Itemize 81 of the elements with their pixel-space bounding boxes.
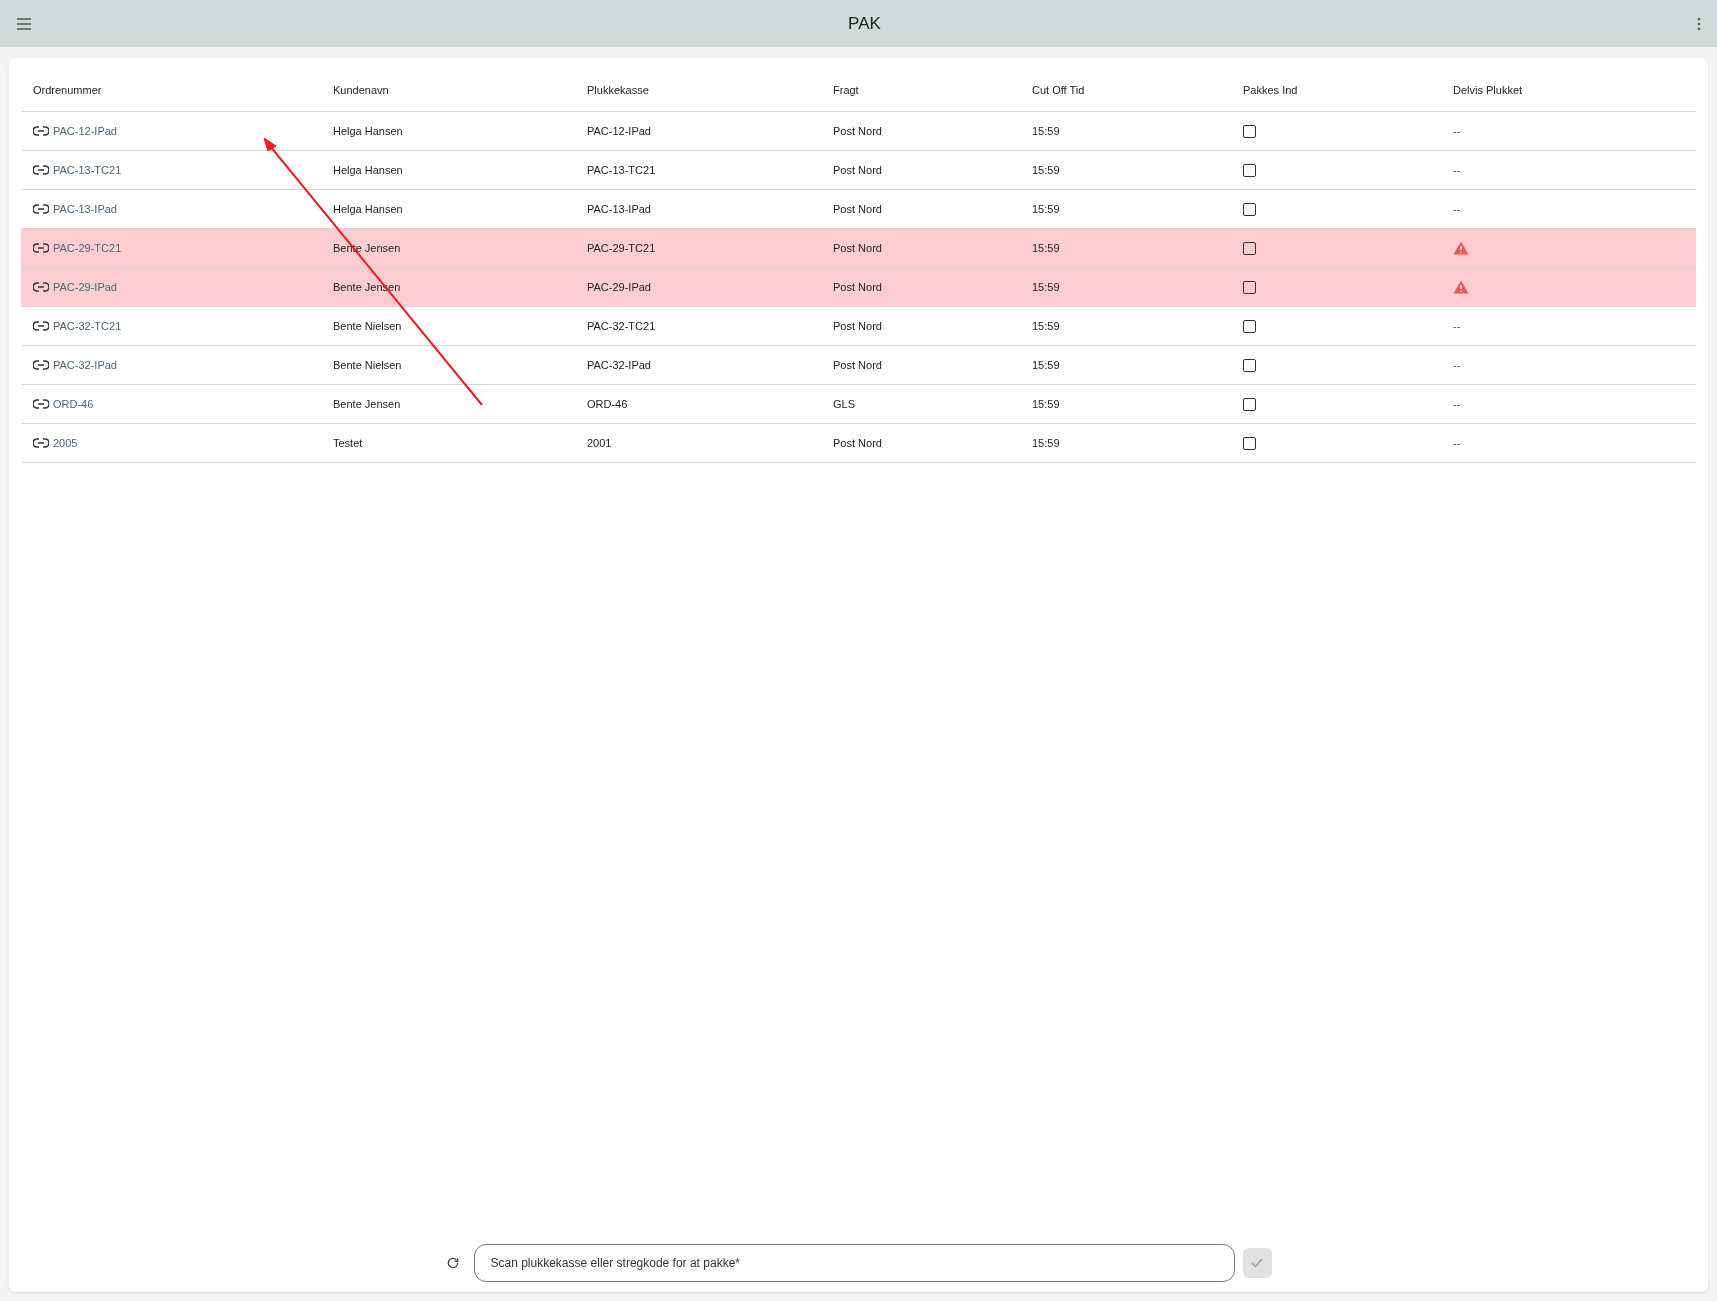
tote-cell-text: PAC-12-IPad: [586, 123, 652, 139]
customer-cell-text: Helga Hansen: [332, 162, 404, 178]
cutoff-cell-text: 15:59: [1031, 435, 1061, 451]
column-header: Pakkes Ind: [1242, 83, 1299, 99]
checkbox[interactable]: [1243, 358, 1256, 372]
column-header: Fragt: [832, 83, 860, 99]
checkbox[interactable]: [1243, 280, 1256, 294]
customer-cell-text: Bente Nielsen: [332, 357, 403, 373]
tote-cell-text: PAC-13-IPad: [586, 201, 652, 217]
cutoff-cell-text: 15:59: [1031, 396, 1061, 412]
link-icon: [33, 126, 49, 136]
partial-cell-text: --: [1453, 162, 1461, 178]
freight-cell-text: Post Nord: [832, 357, 883, 373]
tote-cell-text: PAC-32-TC21: [586, 318, 657, 334]
column-header: Ordrenummer: [32, 83, 103, 99]
tote-cell-text: PAC-29-IPad: [586, 279, 652, 295]
freight-cell-text: Post Nord: [832, 240, 883, 256]
partial-cell-text: --: [1453, 123, 1461, 139]
order-link[interactable]: PAC-13-IPad: [21, 200, 321, 218]
cutoff-cell-text: 15:59: [1031, 123, 1061, 139]
tote-cell-text: ORD-46: [586, 396, 629, 412]
link-icon: [33, 321, 49, 331]
checkbox[interactable]: [1243, 163, 1256, 177]
app-title: PAK: [848, 12, 881, 35]
customer-cell-text: Helga Hansen: [332, 123, 404, 139]
column-header: Kundenavn: [332, 83, 390, 99]
freight-cell-text: Post Nord: [832, 123, 883, 139]
link-icon: [33, 204, 49, 214]
freight-cell-text: Post Nord: [832, 435, 883, 451]
checkbox[interactable]: [1243, 202, 1256, 216]
tote-cell-text: PAC-29-TC21: [586, 240, 657, 256]
order-link[interactable]: PAC-29-TC21: [21, 239, 321, 257]
freight-cell-text: Post Nord: [832, 318, 883, 334]
freight-cell-text: Post Nord: [832, 279, 883, 295]
customer-cell-text: Bente Jensen: [332, 396, 402, 412]
link-icon: [33, 243, 49, 253]
cutoff-cell-text: 15:59: [1031, 240, 1061, 256]
link-icon: [33, 282, 49, 292]
partial-cell-text: --: [1453, 357, 1461, 373]
refresh-icon[interactable]: [445, 1256, 460, 1270]
link-icon: [33, 438, 49, 448]
checkbox[interactable]: [1243, 436, 1256, 450]
order-link[interactable]: PAC-32-IPad: [21, 356, 321, 374]
cutoff-cell-text: 15:59: [1031, 201, 1061, 217]
check-icon: [1251, 1258, 1263, 1268]
column-header: Plukkekasse: [586, 83, 650, 99]
column-header: Cut Off Tid: [1031, 83, 1086, 99]
cutoff-cell-text: 15:59: [1031, 162, 1061, 178]
column-header: Delvis Plukket: [1452, 83, 1524, 99]
freight-cell-text: Post Nord: [832, 201, 883, 217]
checkbox[interactable]: [1243, 319, 1256, 333]
scan-input-field[interactable]: Scan plukkekasse eller stregkode for at pakke*: [473, 1244, 1235, 1282]
customer-cell-text: Testet: [332, 435, 364, 451]
more-icon[interactable]: [1697, 16, 1701, 31]
tote-cell-text: PAC-13-TC21: [586, 162, 657, 178]
partial-cell-text: --: [1453, 396, 1461, 412]
customer-cell-text: Bente Nielsen: [332, 318, 403, 334]
tote-cell-text: PAC-32-IPad: [586, 357, 652, 373]
order-link[interactable]: PAC-32-TC21: [21, 317, 321, 335]
freight-cell-text: GLS: [832, 396, 856, 412]
link-icon: [33, 165, 49, 175]
partial-cell-text: --: [1453, 318, 1461, 334]
partial-cell-text: --: [1453, 201, 1461, 217]
cutoff-cell-text: 15:59: [1031, 318, 1061, 334]
cutoff-cell-text: 15:59: [1031, 357, 1061, 373]
tote-cell-text: 2001: [586, 435, 613, 451]
menu-icon[interactable]: [16, 17, 32, 30]
checkbox[interactable]: [1243, 241, 1256, 255]
freight-cell-text: Post Nord: [832, 162, 883, 178]
customer-cell-text: Helga Hansen: [332, 201, 404, 217]
checkbox[interactable]: [1243, 124, 1256, 138]
link-icon: [33, 399, 49, 409]
link-icon: [33, 360, 49, 370]
order-link[interactable]: 2005: [21, 434, 321, 452]
partial-cell-text: --: [1453, 435, 1461, 451]
order-link[interactable]: PAC-12-IPad: [21, 122, 321, 140]
checkbox[interactable]: [1243, 397, 1256, 411]
order-link[interactable]: PAC-13-TC21: [21, 161, 321, 179]
cutoff-cell-text: 15:59: [1031, 279, 1061, 295]
order-link[interactable]: ORD-46: [21, 395, 321, 413]
order-link[interactable]: PAC-29-IPad: [21, 278, 321, 296]
